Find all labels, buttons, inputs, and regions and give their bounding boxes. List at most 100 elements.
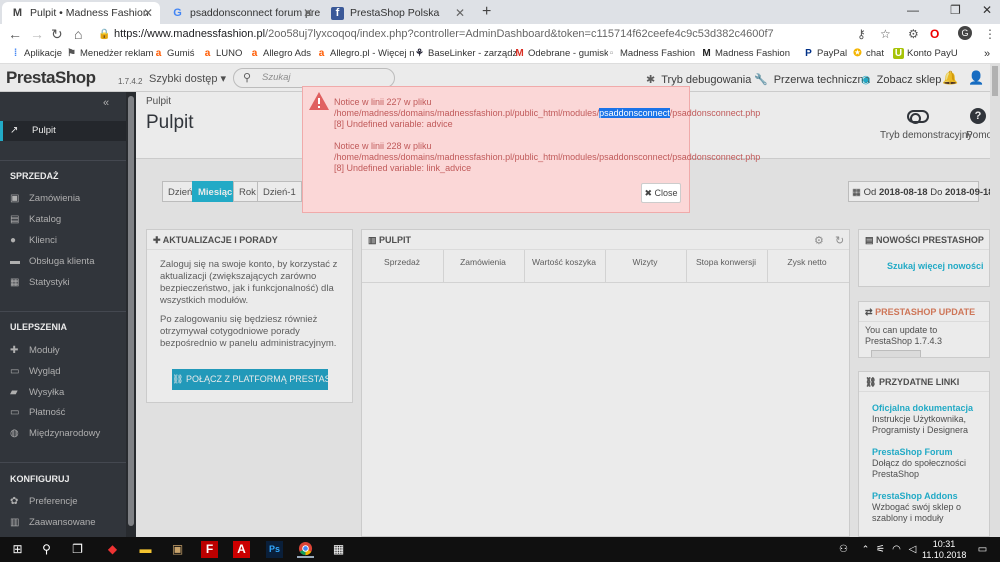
menu-icon[interactable]: ⋮ [984,27,996,41]
bookmark-ads-manager[interactable]: ⚑ Menedżer reklam [66,48,153,59]
address-bar[interactable]: 🔒 https://www.madnessfashion.pl/2oo58uj7l… [94,25,852,44]
bookmark-label: PayPal [817,48,848,59]
wifi-icon[interactable]: ◠ [888,541,905,558]
notice-2-title: Notice w linii 228 w pliku [334,141,432,151]
forward-icon[interactable]: → [30,26,44,42]
tab-pulpit[interactable]: M Pulpit • Madness Fashion ✕ [2,2,160,24]
tab-label: PrestaShop Polska [350,7,440,19]
payu-icon: U [893,48,904,59]
notice-2-path: /home/madness/domains/madnessfashion.pl/… [334,152,761,162]
google-icon: G [173,7,182,19]
file-explorer-icon[interactable]: ▬ [137,541,154,558]
clock-date: 11.10.2018 [922,550,967,560]
url-host: https://www.madnessfashion.pl [114,28,266,40]
key-icon[interactable]: ⚷ [857,27,866,41]
bookmark-apps[interactable]: ⁞ Aplikacje [10,48,62,59]
close-button[interactable]: ✖ Close [641,183,681,203]
warning-icon [309,92,329,110]
windows-start-icon[interactable]: ⊞ [9,541,26,558]
gmail-icon: M [515,48,524,59]
bookmark-paypal[interactable]: P PayPal [803,48,847,59]
app-icon-red[interactable]: ◆ [104,541,121,558]
clock-time: 10:31 [932,539,956,549]
allegro-icon: a [318,48,325,59]
baselinker-icon: ⚘ [415,48,424,59]
bookmark-label: Gumiś [167,48,195,59]
reload-icon[interactable]: ↻ [51,26,63,43]
notice-1-message: [8] Undefined variable: advice [334,119,453,129]
close-icon[interactable]: ✕ [143,2,153,24]
home-icon[interactable]: ⌂ [74,26,82,42]
php-notice-modal: Notice w linii 227 w pliku /home/madness… [302,86,760,213]
bookmark-gumis[interactable]: a Gumiś [153,48,195,59]
archive-icon[interactable]: ▣ [169,541,186,558]
chrome-logo [298,541,313,556]
bookmark-label: LUNO [216,48,243,59]
tab-forum[interactable]: Gpsaddonsconnect forum prestas✕ [162,2,320,24]
close-window-icon[interactable]: ✕ [982,3,992,17]
notifications-icon[interactable]: ▭ [974,541,991,558]
people-icon[interactable]: ⚇ [835,541,852,558]
notice-1-path: /home/madness/domains/madnessfashion.pl/… [334,108,760,118]
chat-icon: ✪ [853,48,862,59]
acrobat-icon[interactable]: A [233,541,250,558]
maximize-icon[interactable]: ❐ [950,3,961,17]
search-icon[interactable]: ⚲ [38,541,55,558]
bookmark-label: Konto PayU [907,48,958,59]
allegro-icon: a [251,48,258,59]
page-icon: ▫ [609,48,614,59]
photoshop-icon[interactable]: Ps [266,541,283,558]
task-view-icon[interactable]: ❐ [69,541,86,558]
volume-icon[interactable]: ◁ [904,541,921,558]
close-label: Close [654,188,678,198]
allegro-icon: a [204,48,211,59]
chrome-icon[interactable] [297,541,314,558]
apps-grid-icon: ⁞ [13,48,18,59]
opera-icon[interactable]: O [930,27,939,41]
new-tab-icon[interactable]: + [482,3,491,21]
bookmark-odebrane[interactable]: M Odebrane - gumiskle [514,48,608,59]
browser-tab-strip: M Pulpit • Madness Fashion ✕ Gpsaddonsconn… [0,0,1000,24]
extension-icon[interactable]: ⚙ [908,27,919,41]
close-icon[interactable]: ✕ [303,2,313,24]
madness-m-icon: M [702,48,711,59]
taskbar-clock[interactable]: 10:31 11.10.2018 [922,539,966,561]
back-icon[interactable]: ← [8,26,22,42]
bookmark-madness-fashion-pr[interactable]: M Madness Fashion (Pr [701,48,791,59]
more-bookmarks-icon[interactable]: » [984,48,990,60]
lock-icon: 🔒 [98,29,111,40]
path-part: /psaddonsconnect.php [669,108,761,118]
filezilla-icon[interactable]: F [201,541,218,558]
network-icon[interactable]: ⚟ [872,541,889,558]
flag-icon: ⚑ [67,48,76,59]
star-icon[interactable]: ☆ [880,27,891,41]
bookmark-luno[interactable]: a LUNO [202,48,243,59]
minimize-icon[interactable]: — [907,3,919,17]
bookmark-payu[interactable]: U Konto PayU [893,48,958,59]
profile-avatar[interactable]: G [958,26,972,40]
paypal-icon: P [805,48,812,59]
bookmark-baselinker[interactable]: ⚘ BaseLinker - zarządz [414,48,518,59]
bookmark-allegro-ads[interactable]: a Allegro Ads [249,48,311,59]
calculator-icon[interactable]: ▦ [330,541,347,558]
bookmark-label: Allegro.pl - Więcej n [330,48,415,59]
bookmark-label: Allegro Ads [263,48,312,59]
tab-label: psaddonsconnect forum prestas [190,7,320,19]
close-icon[interactable]: ✕ [455,2,465,24]
bookmark-madness-fashion[interactable]: ▫ Madness Fashion [606,48,695,59]
allegro-icon: a [155,48,162,59]
tab-label: Pulpit • Madness Fashion [30,7,149,19]
bookmark-label: chat [866,48,884,59]
bookmarks-bar: ⁞ Aplikacje ⚑ Menedżer reklam a Gumiś a LUNO… [0,45,1000,64]
gmail-m-icon: M [12,7,23,19]
tab-prestashop-polska[interactable]: f PrestaShop Polska ✕ [322,2,472,24]
bookmark-allegro[interactable]: a Allegro.pl - Więcej n [316,48,416,59]
browser-toolbar: ← → ↻ ⌂ 🔒 https://www.madnessfashion.pl/2… [0,24,1000,45]
url-path: /2oo58uj7lyxcoqoq/index.php?controller=A… [265,28,774,40]
notice-1-title: Notice w linii 227 w pliku [334,97,432,107]
bookmark-label: Madness Fashion (Pr [715,48,791,59]
notice-2-message: [8] Undefined variable: link_advice [334,163,472,173]
bookmark-label: Odebrane - gumiskle [528,48,608,59]
windows-taskbar: ⊞ ⚲ ❐ ◆ ▬ ▣ F A Ps ▦ ⚇ ⌃ ⚟ ◠ ◁ 10:31 11.1… [0,537,1000,562]
bookmark-chat[interactable]: ✪ chat [852,48,884,59]
